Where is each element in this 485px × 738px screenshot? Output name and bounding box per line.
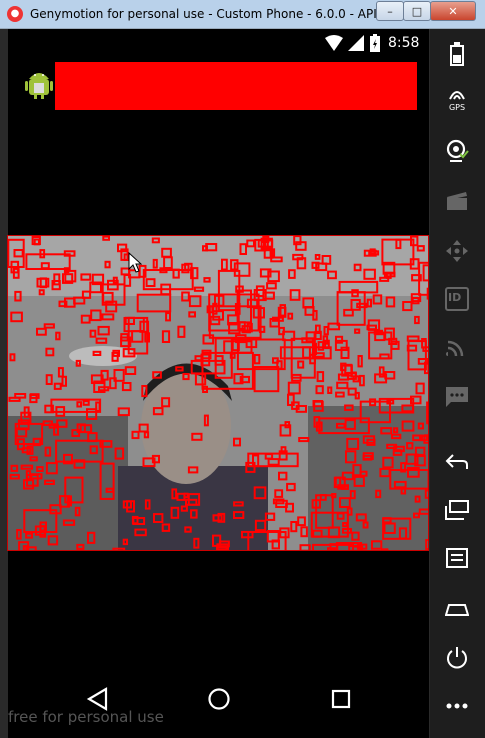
- title-bar[interactable]: ● Genymotion for personal use - Custom P…: [0, 0, 485, 29]
- status-bar: 8:58: [8, 29, 429, 59]
- more-options-sidebar-icon[interactable]: [442, 691, 472, 721]
- mouse-cursor-icon: [128, 252, 142, 273]
- detection-box: [426, 401, 428, 425]
- signal-icon: [348, 35, 364, 51]
- personal-use-watermark: free for personal use: [8, 708, 164, 726]
- home-sidebar-icon[interactable]: [442, 594, 472, 624]
- screencast-widget-icon[interactable]: [442, 186, 472, 216]
- recents-nav-icon[interactable]: [330, 688, 352, 710]
- phone-screen[interactable]: 8:58: [7, 29, 429, 738]
- battery-widget-icon[interactable]: [442, 39, 472, 69]
- maximize-button[interactable]: □: [403, 1, 431, 21]
- genymotion-sidebar: GPS ID: [430, 29, 485, 738]
- battery-charging-icon: [370, 34, 380, 52]
- detection-box: [381, 548, 389, 550]
- app-bar: [8, 59, 429, 113]
- status-time: 8:58: [388, 35, 420, 51]
- close-button[interactable]: ✕: [430, 1, 476, 21]
- android-app-icon: [25, 73, 53, 99]
- emulator-window: ● Genymotion for personal use - Custom P…: [0, 0, 485, 738]
- cast-widget-icon[interactable]: [442, 332, 472, 362]
- power-sidebar-icon[interactable]: [442, 643, 472, 673]
- window-title: Genymotion for personal use - Custom Pho…: [30, 7, 416, 21]
- sms-widget-icon[interactable]: [442, 382, 472, 412]
- device-id-widget-icon[interactable]: ID: [442, 284, 472, 314]
- menu-sidebar-icon[interactable]: [442, 543, 472, 573]
- camera-feature-overlay: [8, 236, 428, 550]
- home-nav-icon[interactable]: [207, 687, 231, 711]
- gps-widget-icon[interactable]: GPS: [442, 81, 472, 112]
- camera-preview[interactable]: [7, 235, 429, 551]
- genymotion-logo-icon: ●: [7, 6, 23, 22]
- webcam-widget-icon[interactable]: [442, 136, 472, 166]
- red-header-bar: [55, 62, 417, 110]
- back-sidebar-icon[interactable]: [442, 447, 472, 477]
- remote-control-widget-icon[interactable]: [442, 236, 472, 266]
- wifi-icon: [325, 35, 343, 51]
- id-label: ID: [448, 291, 462, 304]
- minimize-button[interactable]: –: [376, 1, 404, 21]
- gps-label: GPS: [448, 103, 466, 112]
- recents-sidebar-icon[interactable]: [442, 495, 472, 525]
